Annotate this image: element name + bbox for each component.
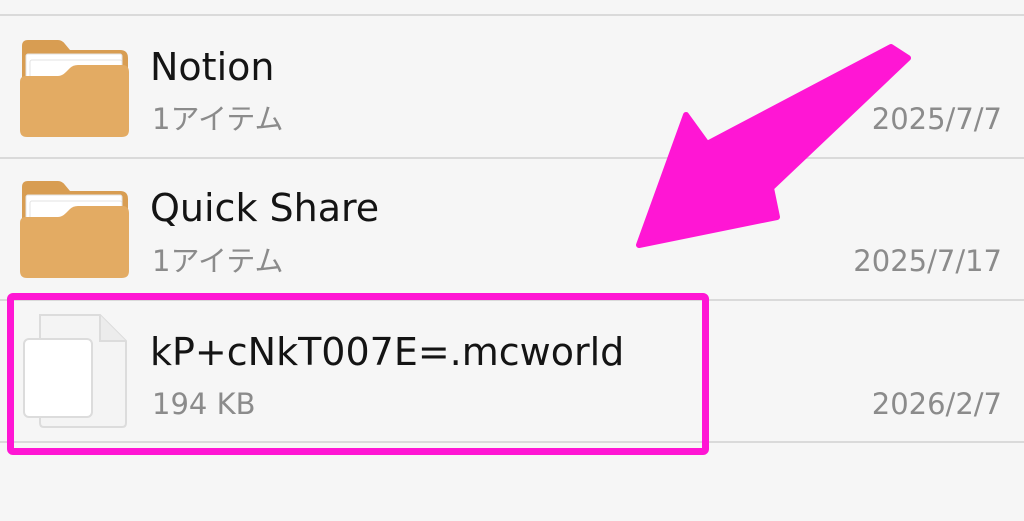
item-name: kP+cNkT007E=.mcworld — [150, 330, 625, 374]
item-date: 2026/2/7 — [871, 387, 1002, 421]
folder-icon — [20, 40, 129, 137]
folder-icon — [20, 181, 129, 278]
item-date: 2025/7/17 — [853, 244, 1002, 278]
item-detail: 194 KB — [152, 387, 256, 421]
file-icon — [23, 314, 127, 428]
item-detail: 1アイテム — [152, 102, 284, 136]
list-item-notion[interactable]: Notion 1アイテム 2025/7/7 — [0, 16, 1024, 156]
item-name: Notion — [150, 45, 275, 89]
item-name: Quick Share — [150, 186, 380, 230]
list-item-quick-share[interactable]: Quick Share 1アイテム 2025/7/17 — [0, 159, 1024, 299]
item-date: 2025/7/7 — [871, 102, 1002, 136]
item-detail: 1アイテム — [152, 244, 284, 278]
list-item-mcworld-file[interactable]: kP+cNkT007E=.mcworld 194 KB 2026/2/7 — [0, 301, 1024, 441]
file-list-screen: Notion 1アイテム 2025/7/7 Quick Share 1アイテム … — [0, 0, 1024, 521]
divider — [0, 441, 1024, 443]
